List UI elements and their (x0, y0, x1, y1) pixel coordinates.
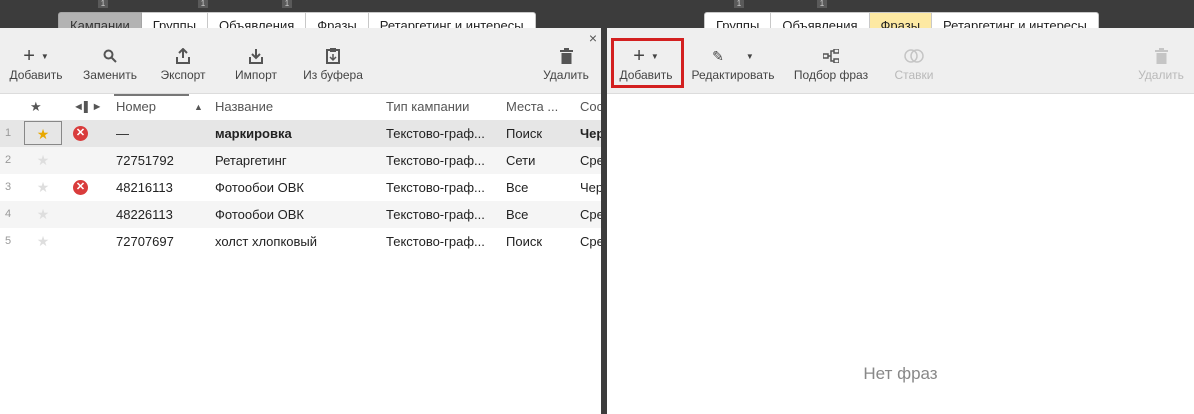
import-button[interactable]: Импорт (226, 28, 286, 92)
favorite-star-icon[interactable]: ★ (24, 121, 62, 145)
star-column-icon[interactable]: ★ (30, 99, 42, 115)
bids-button[interactable]: Ставки (889, 28, 939, 92)
cell-status: Сре (580, 234, 601, 249)
row-number: 2 (5, 154, 12, 166)
top-badge: 1 (282, 0, 292, 8)
cell-name: Фотообои ОВК (215, 180, 305, 195)
cell-name: маркировка (215, 126, 292, 141)
phrase-selection-button[interactable]: Подбор фраз (792, 28, 870, 92)
favorite-star-icon[interactable]: ★ (24, 175, 62, 199)
plus-icon: + (633, 45, 645, 67)
error-icon: ✕ (73, 126, 88, 141)
cell-places: Все (506, 207, 529, 222)
cell-status: Чер (580, 126, 601, 141)
coins-icon (904, 49, 924, 63)
cell-name: Ретаргетинг (215, 153, 287, 168)
cell-status: Сре (580, 153, 601, 168)
column-number[interactable]: Номер (116, 99, 156, 114)
phrases-panel: + ▼ Добавить ✎ ▼ Редактировать Подбор фраз… (607, 28, 1194, 414)
cell-places: Сети (506, 153, 536, 168)
cell-number: 48216113 (116, 180, 173, 195)
favorite-star-icon[interactable]: ★ (24, 229, 62, 253)
cell-number: 72707697 (116, 234, 174, 249)
trash-icon (1154, 48, 1168, 64)
add-phrase-button[interactable]: + ▼ Добавить (611, 28, 681, 92)
top-badge: 1 (198, 0, 208, 8)
cell-places: Все (506, 180, 529, 195)
from-buffer-button[interactable]: Из буфера (298, 28, 368, 92)
chevron-down-icon: ▼ (650, 51, 659, 61)
export-button[interactable]: Экспорт (152, 28, 214, 92)
top-badge: 1 (817, 0, 827, 8)
favorite-star-icon[interactable]: ★ (24, 148, 62, 172)
table-row[interactable]: 1 ★ ✕ — маркировка Текстово-граф... Поиск Чер (0, 120, 601, 147)
close-icon[interactable]: × (589, 30, 597, 46)
table-row[interactable]: 3 ★ ✕ 48216113 Фотообои ОВК Текстово-граф... В… (0, 174, 601, 201)
cell-type: Текстово-граф... (386, 126, 485, 141)
plus-icon: + (23, 45, 35, 67)
cell-places: Поиск (506, 234, 543, 249)
add-campaign-button[interactable]: + ▼ Добавить (4, 28, 68, 92)
campaigns-panel: + ▼ Добавить Заменить Экспорт Импорт Из б… (0, 28, 601, 414)
delete-phrase-button[interactable]: Удалить (1135, 28, 1187, 92)
row-number: 1 (5, 127, 12, 139)
chevron-down-icon: ▼ (40, 51, 49, 61)
status-column-icon[interactable]: ◄▌► (73, 101, 103, 113)
export-icon (176, 48, 190, 64)
column-name[interactable]: Название (215, 99, 273, 114)
empty-phrases-message: Нет фраз (863, 364, 938, 383)
sort-asc-icon: ▲ (194, 102, 203, 112)
cell-number: 48226113 (116, 207, 173, 222)
campaigns-toolbar: + ▼ Добавить Заменить Экспорт Импорт Из б… (0, 28, 601, 94)
column-type[interactable]: Тип кампании (386, 99, 469, 114)
row-number: 4 (5, 208, 12, 220)
edit-button[interactable]: ✎ ▼ Редактировать (689, 28, 777, 92)
cell-number: 72751792 (116, 153, 174, 168)
top-badge: 1 (734, 0, 744, 8)
cell-status: Сре (580, 207, 601, 222)
search-icon (103, 49, 117, 63)
cell-type: Текстово-граф... (386, 180, 485, 195)
cell-type: Текстово-граф... (386, 234, 485, 249)
table-row[interactable]: 2 ★ 72751792 Ретаргетинг Текстово-граф... Сет… (0, 147, 601, 174)
favorite-star-icon[interactable]: ★ (24, 202, 62, 226)
table-row[interactable]: 5 ★ 72707697 холст хлопковый Текстово-граф..… (0, 228, 601, 255)
row-number: 3 (5, 181, 12, 193)
chevron-down-icon: ▼ (745, 51, 754, 61)
sort-indicator (114, 94, 189, 96)
trash-icon (559, 48, 573, 64)
error-icon: ✕ (73, 180, 88, 195)
cell-number: — (116, 126, 129, 141)
table-row[interactable]: 4 ★ 48226113 Фотообои ОВК Текстово-граф... Вс… (0, 201, 601, 228)
row-number: 5 (5, 235, 12, 247)
cell-name: Фотообои ОВК (215, 207, 305, 222)
phrases-toolbar: + ▼ Добавить ✎ ▼ Редактировать Подбор фраз… (607, 28, 1194, 94)
delete-campaign-button[interactable]: Удалить (536, 28, 596, 92)
cell-type: Текстово-граф... (386, 153, 485, 168)
column-places[interactable]: Места ... (506, 99, 558, 114)
cell-places: Поиск (506, 126, 543, 141)
campaigns-table-header: ★ ◄▌► Номер ▲ Название Тип кампании Мест… (0, 94, 601, 120)
cell-status: Чер (580, 180, 601, 195)
column-status[interactable]: Сос (580, 99, 601, 114)
pencil-icon: ✎ (712, 47, 724, 64)
tree-icon (823, 49, 839, 63)
replace-button[interactable]: Заменить (78, 28, 142, 92)
cell-type: Текстово-граф... (386, 207, 485, 222)
import-icon (249, 49, 263, 64)
cell-name: холст хлопковый (215, 234, 318, 249)
clipboard-icon (326, 48, 340, 64)
top-badge: 1 (98, 0, 108, 8)
